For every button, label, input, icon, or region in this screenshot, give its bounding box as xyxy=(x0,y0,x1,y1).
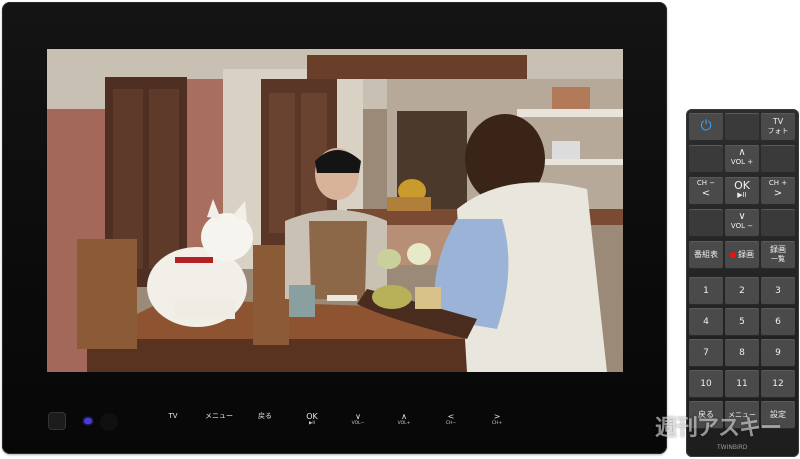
status-indicator-light xyxy=(84,418,92,424)
tv-power-button[interactable] xyxy=(48,412,66,430)
chevron-down-icon: ∨ xyxy=(355,412,361,421)
remote-vol-up-button[interactable]: ∧ VOL + xyxy=(725,145,759,173)
play-pause-icon: ▶II xyxy=(308,421,316,426)
tv-button-label: TV xyxy=(168,412,178,420)
remote-tv-photo-button[interactable]: TV フォト xyxy=(761,113,795,141)
remote-num-3[interactable]: 3 xyxy=(761,277,795,305)
ch-up-label: CH+ xyxy=(491,421,503,426)
chevron-left-icon: < xyxy=(447,412,455,421)
record-dot-icon xyxy=(730,251,736,258)
remote-record-button[interactable]: 録画 xyxy=(725,241,759,269)
channel-up-button[interactable]: > CH+ xyxy=(482,412,512,434)
play-pause-icon: ▶II xyxy=(737,191,747,199)
remote-num-10[interactable]: 10 xyxy=(689,370,723,398)
remote-num-5[interactable]: 5 xyxy=(725,308,759,336)
ok-play-pause-button[interactable]: OK ▶II xyxy=(297,412,327,434)
menu-button[interactable]: メニュー xyxy=(204,412,234,434)
remote-guide-button[interactable]: 番組表 xyxy=(689,241,723,269)
remote-blank-key-right-2[interactable] xyxy=(761,209,795,237)
remote-num-12[interactable]: 12 xyxy=(761,370,795,398)
chevron-down-icon: ∨ xyxy=(738,211,746,222)
chevron-up-icon: ∧ xyxy=(401,412,407,421)
back-button-label: 戻る xyxy=(258,412,272,420)
power-icon: ⏻ xyxy=(700,118,712,134)
chevron-right-icon: > xyxy=(493,412,501,421)
remote-num-6[interactable]: 6 xyxy=(761,308,795,336)
channel-down-button[interactable]: < CH− xyxy=(436,412,466,434)
remote-num-1[interactable]: 1 xyxy=(689,277,723,305)
remote-sensor xyxy=(100,413,118,431)
bath-tv xyxy=(2,2,667,454)
remote-num-4[interactable]: 4 xyxy=(689,308,723,336)
remote-brand-logo: TWINBIRD xyxy=(717,444,748,451)
remote-num-2[interactable]: 2 xyxy=(725,277,759,305)
chevron-left-icon: < xyxy=(701,188,711,199)
ch-down-label: CH− xyxy=(445,421,457,426)
volume-up-button[interactable]: ∧ VOL+ xyxy=(389,412,419,434)
chevron-up-icon: ∧ xyxy=(738,147,746,158)
menu-button-label: メニュー xyxy=(205,412,233,420)
volume-down-button[interactable]: ∨ VOL− xyxy=(343,412,373,434)
back-button[interactable]: 戻る xyxy=(250,412,280,434)
remote-blank-key-left-2[interactable] xyxy=(689,209,723,237)
remote-num-9[interactable]: 9 xyxy=(761,339,795,367)
remote-ch-up-button[interactable]: CH + > xyxy=(761,177,795,205)
remote-num-11[interactable]: 11 xyxy=(725,370,759,398)
vol-down-label: VOL− xyxy=(351,421,365,426)
remote-blank-key-right[interactable] xyxy=(761,145,795,173)
chevron-right-icon: > xyxy=(773,188,783,199)
tv-button[interactable]: TV xyxy=(158,412,188,434)
remote-ok-button[interactable]: OK ▶II xyxy=(725,177,759,205)
remote-power-button[interactable]: ⏻ xyxy=(689,113,723,141)
publisher-watermark: 週刊アスキー xyxy=(655,416,782,441)
remote-blank-key-left[interactable] xyxy=(689,145,723,173)
ok-label: OK xyxy=(306,412,318,421)
tv-screen-video xyxy=(47,49,623,372)
remote-blank-key[interactable] xyxy=(725,113,759,141)
remote-ch-down-button[interactable]: CH − < xyxy=(689,177,723,205)
remote-rec-list-button[interactable]: 録画 一覧 xyxy=(761,241,795,269)
vol-up-label: VOL+ xyxy=(397,421,411,426)
scene-image xyxy=(47,49,623,372)
remote-num-8[interactable]: 8 xyxy=(725,339,759,367)
remote-vol-down-button[interactable]: ∨ VOL − xyxy=(725,209,759,237)
remote-num-7[interactable]: 7 xyxy=(689,339,723,367)
